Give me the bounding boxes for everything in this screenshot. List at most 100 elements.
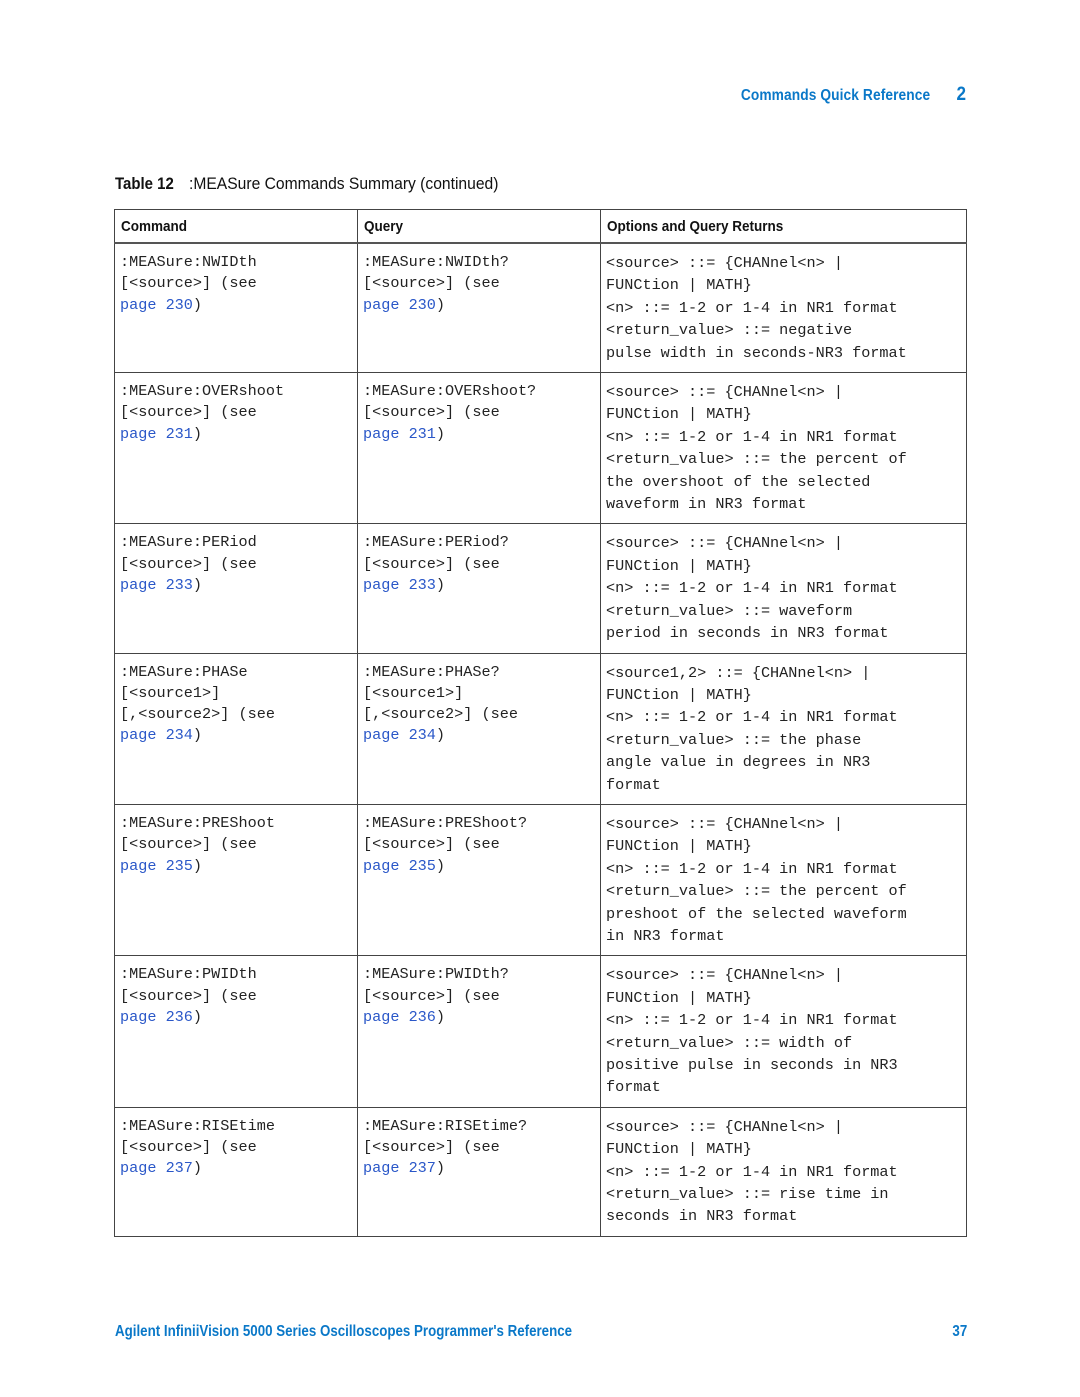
options-line: FUNCtion | MATH} bbox=[606, 1140, 752, 1159]
query-cell: :MEASure:PWIDth? [<source>] (see page 236) bbox=[357, 955, 601, 1108]
options-line: waveform in NR3 format bbox=[606, 495, 807, 514]
query-cell-line: [<source1>] bbox=[363, 683, 464, 702]
options-line: positive pulse in seconds in NR3 bbox=[606, 1056, 898, 1074]
command-cell-line: :MEASure:PREShoot bbox=[120, 813, 275, 832]
options-line: <return_value> ::= the phase bbox=[606, 730, 862, 749]
page-reference-link[interactable]: page 237 bbox=[120, 1159, 193, 1177]
column-header-query: Query bbox=[357, 209, 601, 244]
query-cell-line: [<source>] (see bbox=[363, 274, 500, 293]
closing-paren: ) bbox=[192, 856, 203, 875]
command-cell: :MEASure:PWIDth [<source>] (see page 236) bbox=[114, 955, 358, 1108]
query-cell-line: [,<source2>] (see bbox=[363, 705, 518, 724]
command-cell-line: :MEASure:PERiod bbox=[120, 533, 257, 552]
query-cell-line: [<source>] (see bbox=[363, 403, 500, 422]
page-reference-link[interactable]: page 237 bbox=[363, 1159, 436, 1177]
closing-paren: ) bbox=[192, 576, 203, 595]
page-reference-link[interactable]: page 235 bbox=[363, 857, 436, 875]
query-cell: :MEASure:PHASe? [<source1>] [,<source2>] (… bbox=[357, 652, 601, 805]
closing-paren: ) bbox=[435, 424, 446, 443]
query-cell-line: :MEASure:PERiod? bbox=[363, 533, 509, 552]
options-line: <n> ::= 1-2 or 1-4 in NR1 format bbox=[606, 859, 898, 878]
options-line: <source> ::= {CHANnel<n> | bbox=[606, 383, 843, 402]
page-reference-link[interactable]: page 236 bbox=[363, 1008, 436, 1026]
options-cell: <source> ::= {CHANnel<n> |FUNCtion | MAT… bbox=[600, 242, 967, 374]
closing-paren: ) bbox=[192, 1159, 203, 1178]
command-cell: :MEASure:PERiod [<source>] (see page 233) bbox=[114, 523, 358, 654]
page-reference-link[interactable]: page 233 bbox=[120, 576, 193, 594]
closing-paren: ) bbox=[192, 726, 203, 745]
options-line: <return_value> ::= waveform bbox=[606, 601, 853, 620]
command-cell-line: [<source>] (see bbox=[120, 403, 257, 422]
options-line: seconds in NR3 format bbox=[606, 1207, 798, 1226]
table-caption: Table 12 :MEASure Commands Summary (cont… bbox=[115, 174, 525, 194]
running-header: Commands Quick Reference 2 bbox=[710, 84, 967, 106]
options-line: <n> ::= 1-2 or 1-4 in NR1 format bbox=[606, 1162, 898, 1181]
table-title: :MEASure Commands Summary (continued) bbox=[188, 174, 498, 193]
options-line: angle value in degrees in NR3 bbox=[606, 753, 871, 772]
options-cell: <source> ::= {CHANnel<n> |FUNCtion | MAT… bbox=[600, 372, 967, 525]
page-reference-link[interactable]: page 231 bbox=[363, 425, 436, 443]
closing-paren: ) bbox=[435, 1007, 446, 1026]
page-reference-link[interactable]: page 230 bbox=[363, 296, 436, 314]
options-line: the overshoot of the selected bbox=[606, 472, 871, 491]
options-line: <n> ::= 1-2 or 1-4 in NR1 format bbox=[606, 579, 898, 598]
page-reference-link[interactable]: page 230 bbox=[120, 296, 193, 314]
page-reference-link[interactable]: page 236 bbox=[120, 1008, 193, 1026]
options-line: <return_value> ::= negative bbox=[606, 321, 853, 340]
command-cell-line: [<source>] (see bbox=[120, 1138, 257, 1157]
query-cell: :MEASure:PREShoot? [<source>] (see page 23… bbox=[357, 803, 601, 957]
footer-page-number: 37 bbox=[952, 1323, 967, 1340]
page-reference-link[interactable]: page 234 bbox=[363, 726, 436, 744]
options-line: <n> ::= 1-2 or 1-4 in NR1 format bbox=[606, 708, 898, 727]
footer-book-title: Agilent InfiniiVision 5000 Series Oscill… bbox=[115, 1323, 573, 1340]
options-line: FUNCtion | MATH} bbox=[606, 405, 752, 424]
table-label: Table 12 bbox=[115, 174, 174, 193]
options-line: format bbox=[606, 775, 661, 794]
command-cell: :MEASure:OVERshoot [<source>] (see page 23… bbox=[114, 372, 358, 525]
options-cell: <source> ::= {CHANnel<n> | FUNCtion | MAT… bbox=[600, 523, 967, 654]
query-cell-line: [<source>] (see bbox=[363, 835, 500, 854]
command-cell-line: :MEASure:PHASe bbox=[120, 662, 248, 681]
command-cell-line: [<source1>] bbox=[120, 683, 221, 702]
section-title: Commands Quick Reference bbox=[740, 87, 931, 104]
closing-paren: ) bbox=[435, 295, 446, 314]
options-line: <n> ::= 1-2 or 1-4 in NR1 format bbox=[606, 1011, 898, 1030]
query-cell-line: :MEASure:PHASe? bbox=[363, 662, 500, 681]
options-line: <n> ::= 1-2 or 1-4 in NR1 format bbox=[606, 298, 898, 317]
query-cell-line: [<source>] (see bbox=[363, 1138, 500, 1157]
page-reference-link[interactable]: page 235 bbox=[120, 857, 193, 875]
query-cell-line: [<source>] (see bbox=[363, 986, 500, 1005]
table-row: :MEASure:PHASe [<source1>] [,<source2>] (s… bbox=[114, 652, 967, 805]
options-line: <source> ::= {CHANnel<n> | bbox=[606, 1117, 843, 1136]
table-row: :MEASure:PREShoot [<source>] (see page 235… bbox=[114, 803, 967, 957]
page-reference-link[interactable]: page 231 bbox=[120, 425, 193, 443]
closing-paren: ) bbox=[435, 726, 446, 745]
command-cell-line: [<source>] (see bbox=[120, 835, 257, 854]
query-cell-line: :MEASure:PWIDth? bbox=[363, 965, 509, 984]
closing-paren: ) bbox=[192, 295, 203, 314]
query-cell-line: [<source>] (see bbox=[363, 554, 500, 573]
options-line: <source> ::= {CHANnel<n> | bbox=[606, 814, 843, 833]
closing-paren: ) bbox=[435, 1159, 446, 1178]
options-line: <return_value> ::= the percent of bbox=[606, 882, 907, 901]
table-row: :MEASure:OVERshoot [<source>] (see page 23… bbox=[114, 372, 967, 525]
options-line: <source> ::= {CHANnel<n> | bbox=[606, 534, 843, 553]
options-line: FUNCtion | MATH} bbox=[606, 276, 752, 295]
query-cell-line: :MEASure:PREShoot? bbox=[363, 813, 528, 832]
closing-paren: ) bbox=[435, 856, 446, 875]
column-header-options: Options and Query Returns bbox=[600, 209, 967, 244]
query-cell: :MEASure:RISEtime? [<source>] (see page 23… bbox=[357, 1106, 601, 1237]
table-row: :MEASure:RISEtime [<source>] (see page 237… bbox=[114, 1106, 967, 1237]
command-cell: :MEASure:PREShoot [<source>] (see page 235… bbox=[114, 803, 358, 957]
page-reference-link[interactable]: page 233 bbox=[363, 576, 436, 594]
options-line: period in seconds in NR3 format bbox=[606, 624, 889, 643]
page-reference-link[interactable]: page 234 bbox=[120, 726, 193, 744]
options-line: <source> ::= {CHANnel<n> | bbox=[606, 254, 843, 272]
options-line: FUNCtion | MATH} bbox=[606, 837, 752, 856]
command-cell-line: [,<source2>] (see bbox=[120, 705, 275, 724]
command-cell-line: :MEASure:RISEtime bbox=[120, 1116, 275, 1135]
options-line: <source> ::= {CHANnel<n> | bbox=[606, 966, 843, 985]
closing-paren: ) bbox=[192, 1007, 203, 1026]
query-cell: :MEASure:PERiod? [<source>] (see page 233) bbox=[357, 523, 601, 654]
closing-paren: ) bbox=[435, 576, 446, 595]
